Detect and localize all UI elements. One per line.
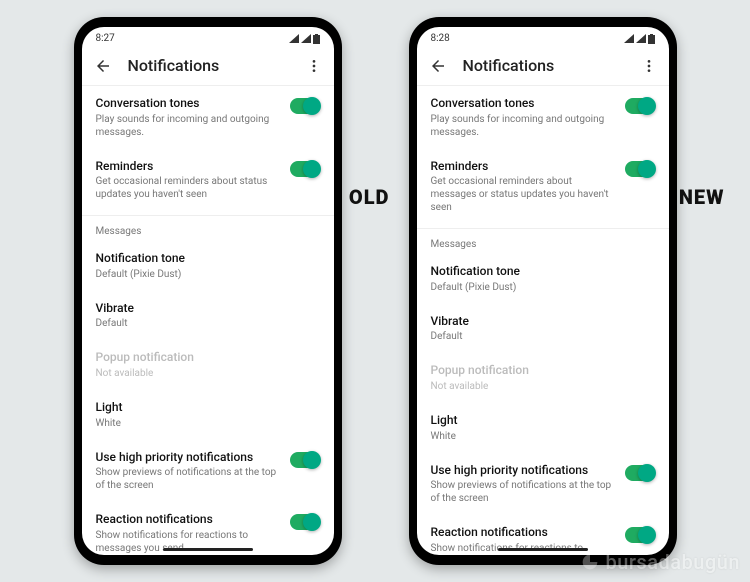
page-title: Notifications (463, 56, 641, 75)
setting-title: Notification tone (96, 251, 312, 267)
status-icons (289, 34, 320, 44)
signal-icon (624, 34, 634, 43)
setting-popup: Popup notification Not available (82, 340, 334, 390)
toggle-switch[interactable] (625, 98, 655, 114)
setting-sub: Show previews of notifications at the to… (431, 479, 617, 505)
setting-reminders[interactable]: Reminders Get occasional reminders about… (82, 149, 334, 212)
settings-list[interactable]: Conversation tones Play sounds for incom… (417, 86, 669, 555)
page-title: Notifications (128, 56, 306, 75)
setting-title: Popup notification (96, 350, 312, 366)
setting-title: Reaction notifications (431, 525, 617, 541)
setting-sub: Show previews of notifications at the to… (96, 466, 282, 492)
back-arrow-icon[interactable] (429, 57, 447, 75)
setting-title: Vibrate (431, 314, 647, 330)
setting-vibrate[interactable]: Vibrate Default (417, 304, 669, 354)
setting-sub: Get occasional reminders about status up… (96, 175, 282, 201)
toggle-switch[interactable] (290, 98, 320, 114)
setting-title: Reminders (96, 159, 282, 175)
status-bar: 8:28 (417, 27, 669, 46)
status-bar: 8:27 (82, 27, 334, 46)
setting-conversation-tones[interactable]: Conversation tones Play sounds for incom… (417, 86, 669, 149)
signal-icon (289, 34, 299, 43)
setting-light[interactable]: Light White (417, 403, 669, 453)
setting-high-priority[interactable]: Use high priority notifications Show pre… (82, 440, 334, 503)
setting-sub: Play sounds for incoming and outgoing me… (431, 113, 617, 139)
setting-sub: Default (Pixie Dust) (431, 281, 647, 294)
setting-sub: Default (431, 330, 647, 343)
setting-sub: Get occasional reminders about messages … (431, 175, 617, 214)
setting-title: Reaction notifications (96, 512, 282, 528)
label-new: NEW (679, 185, 725, 209)
setting-high-priority[interactable]: Use high priority notifications Show pre… (417, 453, 669, 516)
watermark-icon (579, 551, 601, 573)
setting-title: Conversation tones (96, 96, 282, 112)
setting-title: Reminders (431, 159, 617, 175)
setting-light[interactable]: Light White (82, 390, 334, 440)
setting-conversation-tones[interactable]: Conversation tones Play sounds for incom… (82, 86, 334, 149)
setting-sub: Not available (431, 380, 647, 393)
header: Notifications (82, 46, 334, 86)
setting-title: Conversation tones (431, 96, 617, 112)
screen-new: 8:28 Notifications Conversation tones Pl… (417, 27, 669, 555)
gesture-bar (498, 548, 588, 551)
watermark: bursadabugün (579, 550, 740, 574)
section-header-messages: Messages (417, 228, 669, 254)
section-header-messages: Messages (82, 215, 334, 241)
label-old: OLD (349, 185, 390, 209)
settings-list[interactable]: Conversation tones Play sounds for incom… (82, 86, 334, 555)
setting-vibrate[interactable]: Vibrate Default (82, 291, 334, 341)
toggle-switch[interactable] (625, 161, 655, 177)
setting-title: Popup notification (431, 363, 647, 379)
setting-sub: White (96, 417, 312, 430)
setting-title: Light (96, 400, 312, 416)
phone-frame-old: 8:27 Notifications Conversation tones Pl… (74, 17, 342, 565)
back-arrow-icon[interactable] (94, 57, 112, 75)
setting-reminders[interactable]: Reminders Get occasional reminders about… (417, 149, 669, 225)
setting-title: Notification tone (431, 264, 647, 280)
gesture-bar (163, 548, 253, 551)
setting-notification-tone[interactable]: Notification tone Default (Pixie Dust) (417, 254, 669, 304)
setting-sub: White (431, 430, 647, 443)
signal-icon-2 (301, 34, 311, 43)
setting-title: Light (431, 413, 647, 429)
setting-sub: Default (96, 317, 312, 330)
signal-icon-2 (636, 34, 646, 43)
setting-notification-tone[interactable]: Notification tone Default (Pixie Dust) (82, 241, 334, 291)
more-icon[interactable] (306, 58, 322, 74)
setting-sub: Not available (96, 367, 312, 380)
setting-popup: Popup notification Not available (417, 353, 669, 403)
watermark-text: bursadabugün (605, 550, 740, 574)
setting-title: Use high priority notifications (96, 450, 282, 466)
more-icon[interactable] (641, 58, 657, 74)
toggle-switch[interactable] (625, 527, 655, 543)
toggle-switch[interactable] (625, 465, 655, 481)
phone-frame-new: 8:28 Notifications Conversation tones Pl… (409, 17, 677, 565)
battery-icon (313, 34, 320, 44)
toggle-switch[interactable] (290, 452, 320, 468)
toggle-switch[interactable] (290, 514, 320, 530)
status-icons (624, 34, 655, 44)
setting-sub: Play sounds for incoming and outgoing me… (96, 113, 282, 139)
header: Notifications (417, 46, 669, 86)
setting-title: Vibrate (96, 301, 312, 317)
setting-sub: Default (Pixie Dust) (96, 268, 312, 281)
status-time: 8:28 (431, 33, 450, 44)
battery-icon (648, 34, 655, 44)
status-time: 8:27 (96, 33, 115, 44)
setting-title: Use high priority notifications (431, 463, 617, 479)
screen-old: 8:27 Notifications Conversation tones Pl… (82, 27, 334, 555)
toggle-switch[interactable] (290, 161, 320, 177)
